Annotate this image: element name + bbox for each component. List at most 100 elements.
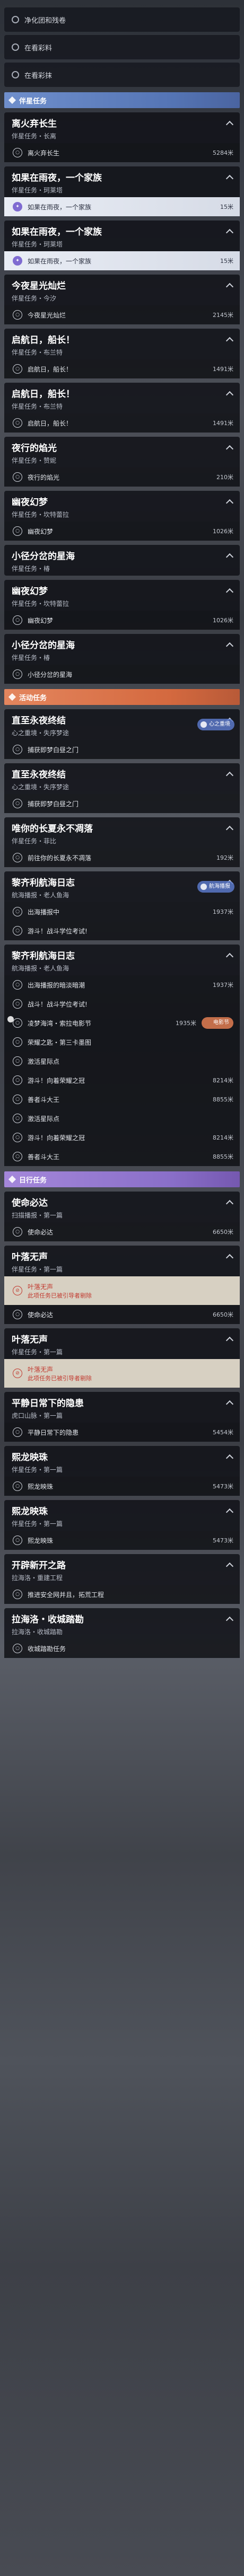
chevron-up-icon[interactable] (225, 174, 234, 183)
quest-step[interactable]: ○ 使命必达 6650米 (4, 1305, 240, 1324)
quest-header[interactable]: 叶落无声 伴星任务・第一篇 (4, 1328, 240, 1359)
quest-step[interactable]: ○ 荣耀之匙・第三卡墨图 (4, 1033, 240, 1052)
chevron-up-icon[interactable] (225, 952, 234, 961)
quest-title: 小径分岔的星海 (12, 640, 75, 651)
quest-header[interactable]: 今夜星光灿烂 伴星任务・今汐 (4, 275, 240, 305)
quest-step[interactable]: ○ 收城踏勘任务 (4, 1639, 240, 1658)
quest-title: 如果在雨夜，一个家族 (12, 173, 102, 183)
quest-step[interactable]: ○ 平静日常下的隐患 5454米 (4, 1423, 240, 1442)
chevron-up-icon[interactable] (225, 642, 234, 650)
quest-header[interactable]: 使命必达 扫描播报・第一篇 (4, 1192, 240, 1222)
chevron-up-icon[interactable] (225, 1616, 234, 1625)
quest-step[interactable]: ⊘ 叶落无声 此项任务已被引导者剔除 (4, 1276, 240, 1305)
section-header[interactable]: 日行任务 (4, 1171, 240, 1187)
quest-step[interactable]: ○ 善者斗大王 8855米 (4, 1090, 240, 1109)
section-header[interactable]: 活动任务 (4, 689, 240, 705)
target-icon: ○ (13, 1590, 22, 1599)
quest-step[interactable]: ○ 启航日，船长！ 1491米 (4, 359, 240, 378)
quest-subtitle: 伴星任务・椿 (12, 565, 50, 572)
quest-header[interactable]: 启航日，船长！ 伴星任务・布兰特 (4, 329, 240, 359)
chevron-up-icon[interactable] (225, 120, 234, 129)
quest-step-name: 推进安全网并且，拓荒工程 (28, 1591, 104, 1599)
quest-header[interactable]: 直至永夜终结 心之重境・失序梦途 心之重境 (4, 709, 240, 740)
chevron-up-icon[interactable] (225, 1400, 234, 1408)
quest-header[interactable]: 直至永夜终结 心之重境・失序梦途 (4, 763, 240, 794)
quest-step[interactable]: ✦ 如果在雨夜，一个家族 15米 (4, 197, 240, 216)
chevron-up-icon[interactable] (225, 337, 234, 345)
quest-header[interactable]: 黎齐利航海日志 航海播报・老人鱼海 (4, 945, 240, 975)
quest-step[interactable]: ○ 夜行的焰光 210米 (4, 467, 240, 487)
quest-step-distance: 1491米 (213, 420, 233, 427)
chevron-up-icon[interactable] (225, 1454, 234, 1462)
quest-step[interactable]: ○ 游斗！向着荣耀之冠 8214米 (4, 1071, 240, 1090)
quest-header[interactable]: 黎齐利航海日志 航海播报・老人鱼海 航海播报 (4, 871, 240, 902)
quest-header[interactable]: 如果在雨夜，一个家族 伴星任务・珂莱塔 (4, 220, 240, 251)
quest-header[interactable]: 平静日常下的隐患 虎口山脉・第一篇 (4, 1392, 240, 1423)
quest-step[interactable]: ○ 前往你的长夏永不凋落 192米 (4, 848, 240, 867)
quest-step[interactable]: ○ 今夜星光灿烂 2145米 (4, 305, 240, 324)
quest-header[interactable]: 叶落无声 伴星任务・第一篇 (4, 1246, 240, 1276)
quest-step[interactable]: ○ 善者斗大王 8855米 (4, 1147, 240, 1166)
chevron-up-icon[interactable] (225, 1508, 234, 1516)
target-icon: ○ (13, 418, 22, 428)
quest-step[interactable]: ○ 出海播报的暗淡暗潮 1937米 (4, 975, 240, 994)
quest-title: 开辟新开之路 (12, 1560, 66, 1571)
quest-step[interactable]: ○ 捕获即梦白昼之门 (4, 740, 240, 759)
quest-step[interactable]: ○ 游斗！战斗学位考试! (4, 921, 240, 940)
quest-step[interactable]: ○ 幽夜幻梦 1026米 (4, 522, 240, 541)
quest-step[interactable]: ○ 捕获即梦白昼之门 (4, 794, 240, 813)
quest-header[interactable]: 启航日，船长！ 伴星任务・布兰特 (4, 383, 240, 413)
chevron-up-icon[interactable] (225, 553, 234, 561)
quest-header[interactable]: 熙龙映珠 伴星任务・第一篇 (4, 1500, 240, 1531)
quest-step[interactable]: ⊘ 叶落无声 此项任务已被引导者剔除 (4, 1359, 240, 1388)
chevron-up-icon[interactable] (225, 445, 234, 453)
chevron-up-icon[interactable] (225, 391, 234, 399)
section-header[interactable]: 伴星任务 (4, 92, 240, 108)
quest-step[interactable]: ○ 熙龙映珠 5473米 (4, 1477, 240, 1496)
chevron-up-icon[interactable] (225, 1562, 234, 1571)
quest-header[interactable]: 离火弃长生 伴星任务・长离 (4, 112, 240, 143)
quest-header[interactable]: 开辟新开之路 拉海洛・重建工程 (4, 1554, 240, 1585)
quest-step[interactable]: ○ 凌梦海湾・索拉电影节 1935米 电影节 (4, 1013, 240, 1033)
chevron-up-icon[interactable] (225, 825, 234, 834)
chevron-up-icon[interactable] (225, 1336, 234, 1345)
quest-step[interactable]: ○ 熙龙映珠 5473米 (4, 1531, 240, 1550)
task-list-item[interactable]: 在看彩料 (4, 35, 240, 59)
quest-header[interactable]: 拉海洛・收城踏勘 拉海洛・收城踏勘 (4, 1608, 240, 1639)
quest-step[interactable]: ✦ 如果在雨夜，一个家族 15米 (4, 251, 240, 270)
quest-subtitle: 伴星任务・第一篇 (12, 1520, 63, 1528)
task-list: 净化团和残卷 在看彩料在看彩抹伴星任务离火弃长生 伴星任务・长离 ○ 离火弃长生 5284… (0, 0, 244, 2576)
quest-header[interactable]: 幽夜幻梦 伴星任务・坎特蕾拉 (4, 491, 240, 522)
quest-step[interactable]: ○ 小径分岔的星海 (4, 665, 240, 684)
chevron-up-icon[interactable] (225, 588, 234, 596)
quest-step[interactable]: ○ 启航日，船长！ 1491米 (4, 413, 240, 433)
quest-header[interactable]: 唯你的长夏永不凋落 伴星任务・菲比 (4, 817, 240, 848)
quest-step[interactable]: ○ 战斗！战斗学位考试! (4, 994, 240, 1013)
quest-step[interactable]: ○ 推进安全网并且，拓荒工程 (4, 1585, 240, 1604)
chevron-up-icon[interactable] (225, 1254, 234, 1262)
quest-step[interactable]: ○ 游斗！向着荣耀之冠 8214米 (4, 1128, 240, 1147)
quest-header[interactable]: 熙龙映珠 伴星任务・第一篇 (4, 1446, 240, 1477)
chevron-up-icon[interactable] (225, 228, 234, 237)
quest-step[interactable]: ○ 幽夜幻梦 1026米 (4, 611, 240, 630)
chevron-up-icon[interactable] (225, 1199, 234, 1208)
quest-step[interactable]: ○ 出海播报中 1937米 (4, 902, 240, 921)
quest-step[interactable]: ○ 激活星际点 (4, 1109, 240, 1128)
task-list-item[interactable]: 净化团和残卷 (4, 7, 240, 32)
quest-header[interactable]: 小径分岔的星海 伴星任务・椿 (4, 634, 240, 665)
task-list-item[interactable]: 在看彩抹 (4, 63, 240, 87)
chevron-up-icon[interactable] (225, 771, 234, 780)
quest-header[interactable]: 如果在雨夜，一个家族 伴星任务・珂莱塔 (4, 166, 240, 197)
screen: { "rows":[ {"k":"plain","t":"净化团和残卷"}, {… (0, 0, 244, 2576)
quest-header[interactable]: 幽夜幻梦 伴星任务・坎特蕾拉 (4, 580, 240, 611)
quest-subtitle: 伴星任务・珂莱塔 (12, 187, 63, 194)
quest-step[interactable]: ○ 激活星际点 (4, 1052, 240, 1071)
quest-title: 拉海洛・收城踏勘 (12, 1615, 84, 1625)
quest-step[interactable]: ○ 离火弃长生 5284米 (4, 143, 240, 162)
quest-step-name: 使命必达 (28, 1228, 54, 1236)
quest-step[interactable]: ○ 使命必达 6650米 (4, 1222, 240, 1241)
chevron-up-icon[interactable] (225, 499, 234, 507)
quest-header[interactable]: 夜行的焰光 伴星任务・赞妮 (4, 437, 240, 467)
chevron-up-icon[interactable] (225, 283, 234, 291)
quest-header[interactable]: 小径分岔的星海 伴星任务・椿 (4, 545, 240, 576)
